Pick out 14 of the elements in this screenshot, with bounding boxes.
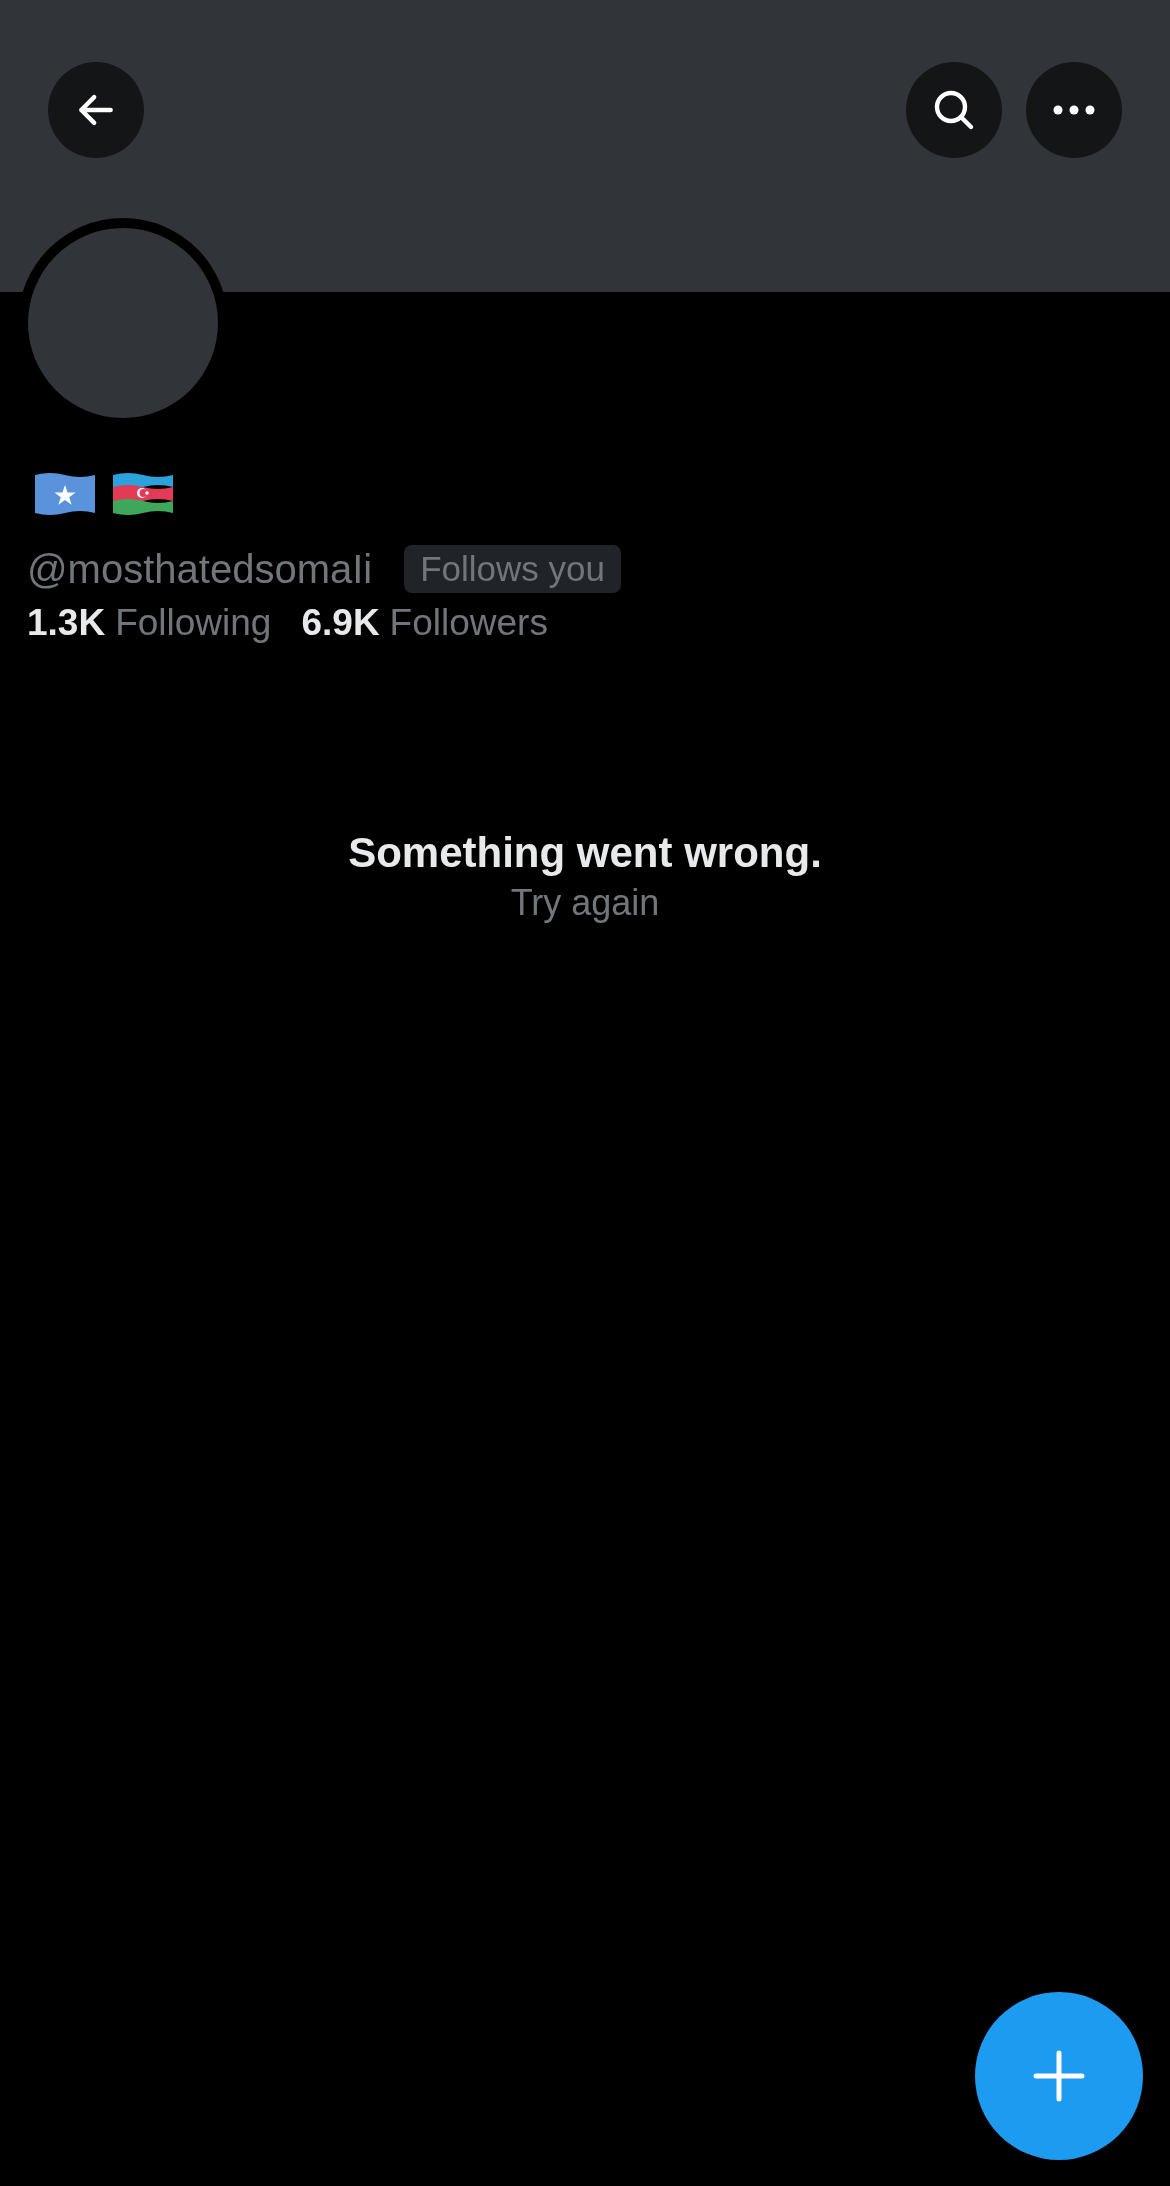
stat-label: Followers: [389, 601, 548, 645]
stat-link[interactable]: 6.9K Followers: [301, 598, 548, 648]
more-icon: [1052, 104, 1096, 116]
stat-label: Following: [115, 601, 272, 645]
stat-link[interactable]: 1.3K Following: [27, 598, 272, 648]
flag-icon: [112, 471, 174, 517]
error-title: Something went wrong.: [348, 828, 822, 878]
username-handle: @mosthatedsomaIi: [27, 546, 373, 593]
try-again-link[interactable]: Try again: [510, 880, 660, 926]
follows-you-badge: Follows you: [404, 545, 621, 593]
plus-icon: [1033, 2050, 1085, 2102]
flag-icon: [34, 471, 96, 517]
stat-count: 6.9K: [301, 601, 380, 645]
stat-count: 1.3K: [27, 601, 106, 645]
